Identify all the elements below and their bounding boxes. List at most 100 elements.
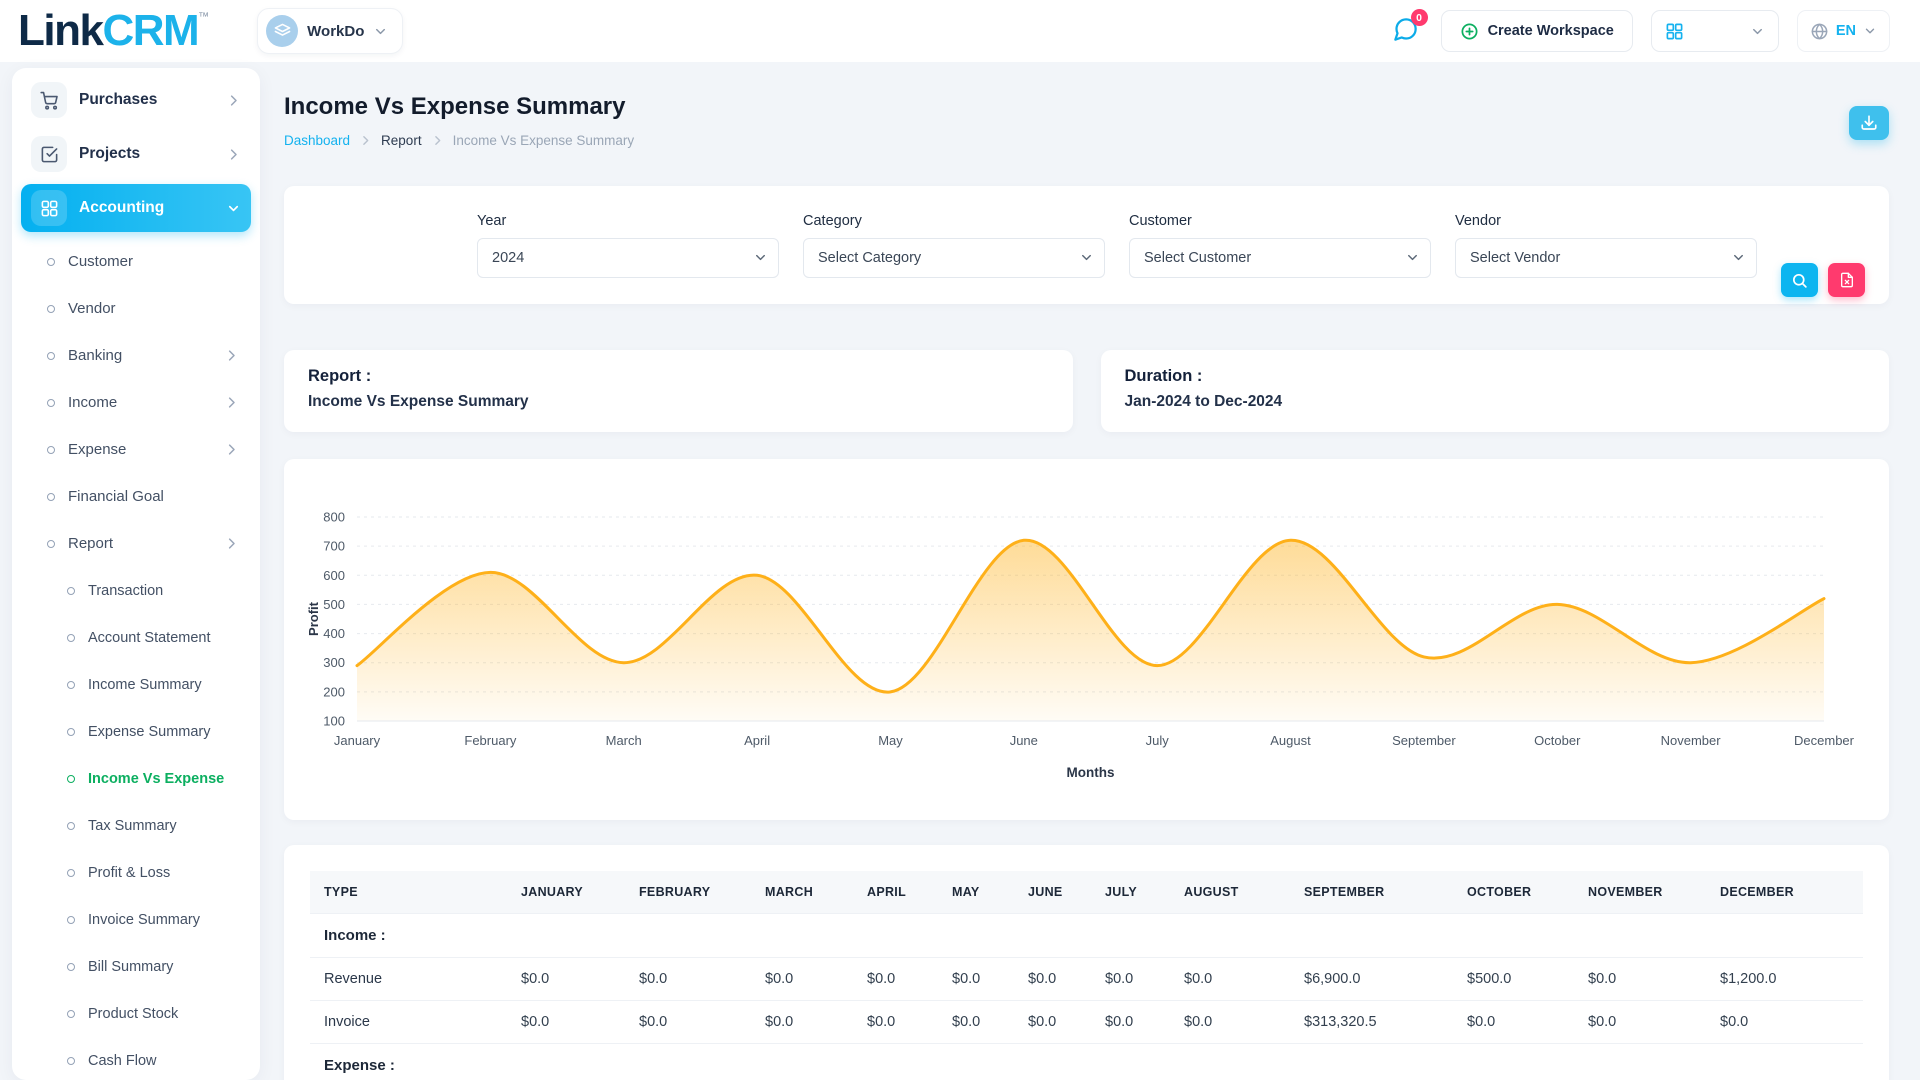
file-reset-icon	[1839, 272, 1855, 288]
sidebar-subitem-label: Financial Goal	[68, 488, 239, 505]
table-cell: $0.0	[1574, 958, 1706, 1001]
table-cell: $0.0	[1014, 1001, 1091, 1044]
table-cell: $0.0	[1014, 958, 1091, 1001]
table-cell	[1290, 914, 1453, 958]
table-cell	[751, 1044, 853, 1080]
sidebar-item-income[interactable]: Income	[21, 379, 251, 426]
year-label: Year	[477, 213, 779, 229]
x-axis-tick-label: April	[744, 733, 770, 748]
income-expense-table-card: TYPEJANUARYFEBRUARYMARCHAPRILMAYJUNEJULY…	[284, 845, 1889, 1080]
tasks-icon	[31, 136, 67, 172]
brand-name-link: Link	[18, 3, 102, 59]
table-cell	[625, 914, 751, 958]
table-header-cell: FEBRUARY	[625, 871, 751, 914]
sidebar-item-account-statement[interactable]: Account Statement	[21, 614, 251, 661]
table-header-cell: APRIL	[853, 871, 938, 914]
sidebar-item-bill-summary[interactable]: Bill Summary	[21, 943, 251, 990]
table-cell	[1453, 914, 1574, 958]
download-button[interactable]	[1849, 106, 1889, 140]
language-selector[interactable]: EN	[1797, 10, 1890, 52]
workspace-logo-icon	[266, 15, 298, 47]
sidebar-item-label: Projects	[79, 145, 214, 163]
x-axis-tick-label: July	[1146, 733, 1170, 748]
table-header-row: TYPEJANUARYFEBRUARYMARCHAPRILMAYJUNEJULY…	[310, 871, 1863, 914]
income-expense-table: TYPEJANUARYFEBRUARYMARCHAPRILMAYJUNEJULY…	[310, 871, 1863, 1080]
sidebar-item-profit-loss[interactable]: Profit & Loss	[21, 849, 251, 896]
sidebar-subitem-label: Account Statement	[88, 630, 239, 646]
table-cell: $313,320.5	[1290, 1001, 1453, 1044]
bullet-icon	[67, 634, 75, 642]
apply-filter-button[interactable]	[1781, 263, 1818, 297]
sidebar-item-vendor[interactable]: Vendor	[21, 285, 251, 332]
breadcrumb-current: Income Vs Expense Summary	[453, 133, 635, 148]
table-header-cell: OCTOBER	[1453, 871, 1574, 914]
table-header-cell: MARCH	[751, 871, 853, 914]
sidebar-item-expense[interactable]: Expense	[21, 426, 251, 473]
sidebar-item-report[interactable]: Report	[21, 520, 251, 567]
x-axis-tick-label: September	[1392, 733, 1456, 748]
table-row-income: Income :	[310, 914, 1863, 958]
chevron-down-icon	[373, 24, 388, 39]
sidebar-item-invoice-summary[interactable]: Invoice Summary	[21, 896, 251, 943]
sidebar-item-financial-goal[interactable]: Financial Goal	[21, 473, 251, 520]
vendor-select[interactable]: Select Vendor	[1455, 238, 1757, 278]
sidebar-item-banking[interactable]: Banking	[21, 332, 251, 379]
sidebar-item-projects[interactable]: Projects	[21, 130, 251, 178]
table-header-cell: JANUARY	[507, 871, 625, 914]
sidebar-subitem-label: Product Stock	[88, 1006, 239, 1022]
bullet-icon	[67, 869, 75, 877]
x-axis-tick-label: November	[1661, 733, 1722, 748]
sidebar-subitem-label: Report	[68, 535, 211, 552]
y-axis-tick-label: 500	[323, 597, 345, 612]
table-cell	[938, 914, 1014, 958]
x-axis-tick-label: March	[606, 733, 642, 748]
sidebar-item-income-summary[interactable]: Income Summary	[21, 661, 251, 708]
apps-dropdown[interactable]	[1651, 10, 1779, 52]
profit-area-chart: 800700600500400300200100JanuaryFebruaryM…	[304, 479, 1869, 799]
sidebar-item-purchases[interactable]: Purchases	[21, 76, 251, 124]
table-cell	[1574, 1044, 1706, 1080]
category-icon	[31, 190, 67, 226]
summary-cards: Report : Income Vs Expense Summary Durat…	[284, 350, 1889, 432]
reset-filter-button[interactable]	[1828, 263, 1865, 297]
breadcrumb-dashboard[interactable]: Dashboard	[284, 133, 350, 148]
bullet-icon	[47, 258, 55, 266]
sidebar-item-label: Accounting	[79, 199, 214, 217]
sidebar-subitem-label: Income Summary	[88, 677, 239, 693]
messages-button[interactable]: 0	[1388, 12, 1423, 50]
category-select[interactable]: Select Category	[803, 238, 1105, 278]
sidebar-item-expense-summary[interactable]: Expense Summary	[21, 708, 251, 755]
bullet-icon	[67, 1057, 75, 1065]
sidebar-item-accounting[interactable]: Accounting	[21, 184, 251, 232]
breadcrumb: Dashboard Report Income Vs Expense Summa…	[284, 130, 1889, 150]
table-row-revenue: Revenue$0.0$0.0$0.0$0.0$0.0$0.0$0.0$0.0$…	[310, 958, 1863, 1001]
sidebar-item-customer[interactable]: Customer	[21, 238, 251, 285]
table-cell	[625, 1044, 751, 1080]
page-title: Income Vs Expense Summary	[284, 92, 1889, 122]
breadcrumb-report[interactable]: Report	[381, 133, 422, 148]
table-cell: $0.0	[1170, 1001, 1290, 1044]
brand-logo[interactable]: LinkCRM™	[18, 3, 209, 59]
chevron-right-icon	[224, 442, 239, 457]
table-cell: $0.0	[1706, 1001, 1863, 1044]
x-axis-tick-label: January	[334, 733, 381, 748]
workspace-switcher[interactable]: WorkDo	[257, 8, 403, 54]
table-header-cell: JULY	[1091, 871, 1170, 914]
table-cell	[507, 1044, 625, 1080]
create-workspace-button[interactable]: Create Workspace	[1441, 10, 1633, 52]
sidebar-item-income-vs-expense[interactable]: Income Vs Expense	[21, 755, 251, 802]
cart-icon	[31, 82, 67, 118]
bullet-icon	[67, 916, 75, 924]
table-cell: $0.0	[625, 958, 751, 1001]
sidebar-item-product-stock[interactable]: Product Stock	[21, 990, 251, 1037]
year-select[interactable]: 2024	[477, 238, 779, 278]
table-header-cell: DECEMBER	[1706, 871, 1863, 914]
sidebar-item-cash-flow[interactable]: Cash Flow	[21, 1037, 251, 1080]
sidebar-item-transaction[interactable]: Transaction	[21, 567, 251, 614]
table-cell: $0.0	[1574, 1001, 1706, 1044]
bullet-icon	[67, 963, 75, 971]
customer-select[interactable]: Select Customer	[1129, 238, 1431, 278]
table-cell	[853, 1044, 938, 1080]
sidebar-item-tax-summary[interactable]: Tax Summary	[21, 802, 251, 849]
sidebar-subitem-label: Cash Flow	[88, 1053, 239, 1069]
